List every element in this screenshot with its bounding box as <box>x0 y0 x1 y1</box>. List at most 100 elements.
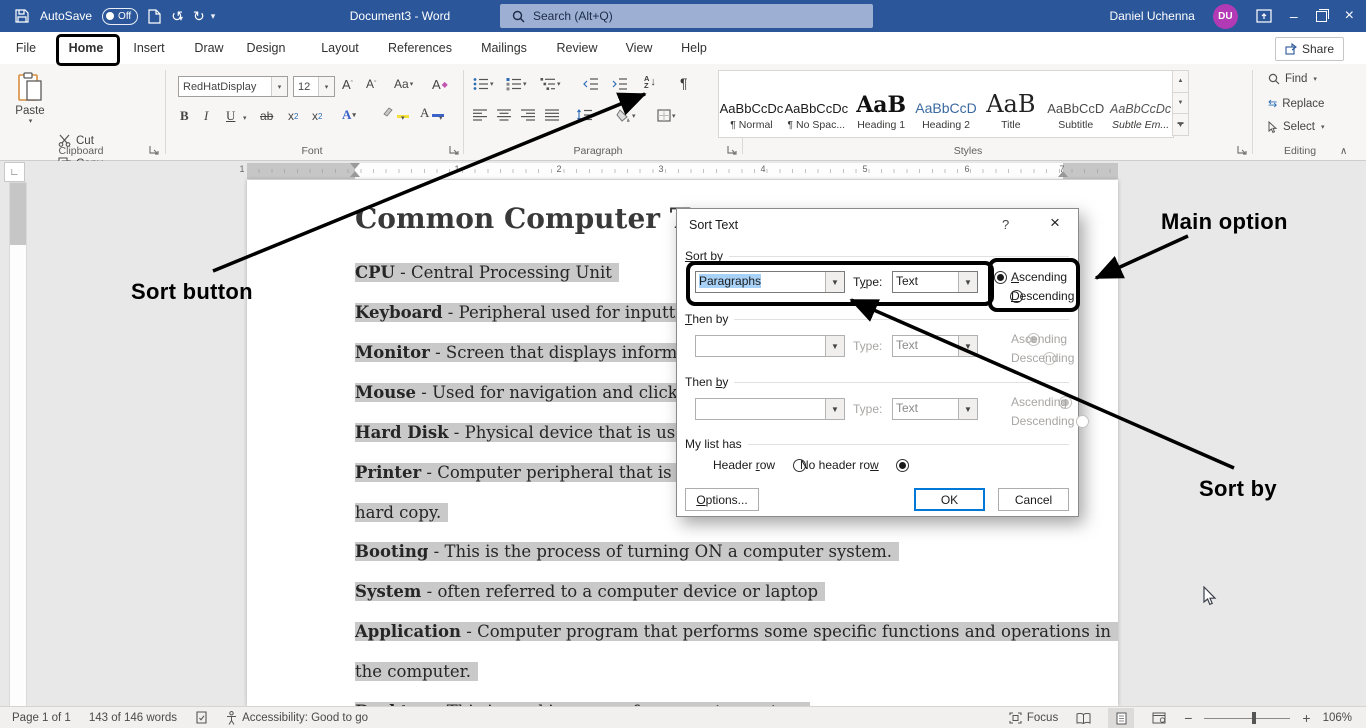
zoom-slider[interactable] <box>1204 718 1290 719</box>
type-combobox-2[interactable]: Text ▼ <box>892 335 978 357</box>
tab-layout[interactable]: Layout <box>321 32 359 64</box>
font-dialog-launcher[interactable] <box>448 144 460 156</box>
tab-design[interactable]: Design <box>247 32 286 64</box>
vertical-ruler[interactable] <box>9 182 27 706</box>
horizontal-ruler[interactable]: 1 1 2 3 4 5 6 7 <box>247 163 1118 179</box>
web-layout-button[interactable] <box>1146 708 1172 728</box>
change-case-button[interactable]: Aa▾ <box>394 77 413 91</box>
sort-button[interactable]: AZ ↓ <box>644 75 656 89</box>
accessibility-status[interactable]: Accessibility: Good to go <box>226 711 368 725</box>
combobox-dropdown-icon[interactable]: ▼ <box>958 399 977 419</box>
align-right-button[interactable] <box>521 109 535 121</box>
decrease-indent-button[interactable] <box>583 77 599 91</box>
borders-button[interactable]: ▾ <box>657 109 676 122</box>
tab-mailings[interactable]: Mailings <box>481 32 527 64</box>
restore-button[interactable] <box>1316 11 1327 22</box>
bold-button[interactable]: B <box>180 108 189 124</box>
read-mode-button[interactable] <box>1070 708 1096 728</box>
clipboard-dialog-launcher[interactable] <box>148 144 160 156</box>
ok-button[interactable]: OK <box>914 488 985 511</box>
subscript-button[interactable]: x2 <box>288 109 298 123</box>
tab-review[interactable]: Review <box>557 32 598 64</box>
shading-button[interactable]: ▾ <box>616 109 636 122</box>
undo-button[interactable]: ↺▾ <box>171 9 183 23</box>
show-paragraph-marks-button[interactable]: ¶ <box>680 75 688 91</box>
proofing-icon[interactable] <box>195 711 208 725</box>
paste-button[interactable]: Paste ▾ <box>12 72 48 125</box>
cancel-button[interactable]: Cancel <box>998 488 1069 511</box>
tab-insert[interactable]: Insert <box>133 32 164 64</box>
combobox-dropdown-icon[interactable]: ▼ <box>958 336 977 356</box>
multilevel-list-button[interactable]: ▾ <box>540 77 561 91</box>
tab-home[interactable]: Home <box>69 32 104 64</box>
zoom-level[interactable]: 106% <box>1323 712 1352 724</box>
select-button[interactable]: Select▾ <box>1268 121 1324 133</box>
style-subtitle[interactable]: AaBbCcD Subtitle <box>1043 71 1108 137</box>
highlight-dropdown-icon[interactable]: ▾ <box>401 114 405 122</box>
align-center-button[interactable] <box>497 109 511 121</box>
zoom-slider-thumb[interactable] <box>1252 712 1256 724</box>
style-title[interactable]: AaB Title <box>978 71 1043 137</box>
find-button[interactable]: Find▾ <box>1268 73 1317 85</box>
zoom-out-button[interactable]: − <box>1184 710 1192 726</box>
paragraph-dialog-launcher[interactable] <box>726 144 738 156</box>
increase-indent-button[interactable] <box>612 77 628 91</box>
minimize-button[interactable]: – <box>1290 8 1298 24</box>
search-input[interactable]: Search (Alt+Q) <box>500 4 873 28</box>
collapse-ribbon-icon[interactable]: ∧ <box>1340 146 1347 157</box>
new-document-icon[interactable] <box>148 9 161 24</box>
dialog-help-button[interactable]: ? <box>1002 217 1009 232</box>
style-no-spacing[interactable]: AaBbCcDc ¶ No Spac... <box>784 71 849 137</box>
close-button[interactable]: × <box>1345 7 1354 25</box>
clear-formatting-button[interactable]: A◆ <box>432 77 448 92</box>
superscript-button[interactable]: x2 <box>312 109 322 123</box>
user-name[interactable]: Daniel Uchenna <box>1109 9 1194 23</box>
hanging-indent-marker[interactable] <box>350 171 360 177</box>
font-family-dropdown-icon[interactable]: ▾ <box>271 77 287 96</box>
type-combobox-1[interactable]: Text ▼ <box>892 271 978 293</box>
italic-button[interactable]: I <box>204 108 208 124</box>
shrink-font-button[interactable]: Aˇ <box>366 77 376 91</box>
dialog-close-button[interactable]: × <box>1043 213 1067 233</box>
justify-button[interactable] <box>545 109 559 121</box>
right-indent-marker[interactable] <box>1058 171 1068 177</box>
style-heading1[interactable]: AaB Heading 1 <box>849 71 914 137</box>
font-family-combobox[interactable]: RedHatDisplay ▾ <box>178 76 288 97</box>
style-heading2[interactable]: AaBbCcD Heading 2 <box>914 71 979 137</box>
sort-by-field-combobox[interactable]: Paragraphs ▼ <box>695 271 845 293</box>
tab-stop-selector[interactable]: ∟ <box>4 162 25 182</box>
no-header-row-radio[interactable] <box>896 459 909 472</box>
save-icon[interactable] <box>14 8 30 24</box>
font-color-dropdown-icon[interactable]: ▾ <box>439 114 443 122</box>
then-by-2-field-combobox[interactable]: ▼ <box>695 398 845 420</box>
type-combobox-3[interactable]: Text ▼ <box>892 398 978 420</box>
align-left-button[interactable] <box>473 109 487 121</box>
quick-access-more-icon[interactable]: ▾ <box>211 11 216 22</box>
font-size-combobox[interactable]: 12 ▾ <box>293 76 335 97</box>
avatar[interactable]: DU <box>1213 4 1238 29</box>
options-button[interactable]: Options... <box>685 488 759 511</box>
tab-references[interactable]: References <box>388 32 452 64</box>
redo-button[interactable]: ↻ <box>193 9 205 23</box>
underline-button[interactable]: U <box>226 108 235 124</box>
ascending-radio[interactable] <box>994 271 1007 284</box>
print-layout-button[interactable] <box>1108 708 1134 728</box>
replace-button[interactable]: ⇆ Replace <box>1268 97 1324 110</box>
font-size-dropdown-icon[interactable]: ▾ <box>318 77 334 96</box>
styles-dialog-launcher[interactable] <box>1236 144 1248 156</box>
combobox-dropdown-icon[interactable]: ▼ <box>825 399 844 419</box>
combobox-dropdown-icon[interactable]: ▼ <box>825 336 844 356</box>
autosave-toggle[interactable]: Off <box>102 8 138 25</box>
tab-view[interactable]: View <box>626 32 653 64</box>
styles-more-icon[interactable]: ▬▼ <box>1172 114 1189 136</box>
page-indicator[interactable]: Page 1 of 1 <box>12 712 71 724</box>
tab-file[interactable]: File <box>16 32 36 64</box>
line-spacing-button[interactable]: ▾ <box>576 109 597 121</box>
numbering-button[interactable]: ▾ <box>506 77 527 91</box>
tab-help[interactable]: Help <box>681 32 707 64</box>
focus-button[interactable]: Focus <box>1009 712 1058 724</box>
ribbon-display-options-icon[interactable] <box>1256 9 1272 23</box>
first-line-indent-marker[interactable] <box>350 163 360 169</box>
style-subtle-emphasis[interactable]: AaBbCcDc Subtle Em... <box>1108 71 1173 137</box>
tab-draw[interactable]: Draw <box>194 32 223 64</box>
